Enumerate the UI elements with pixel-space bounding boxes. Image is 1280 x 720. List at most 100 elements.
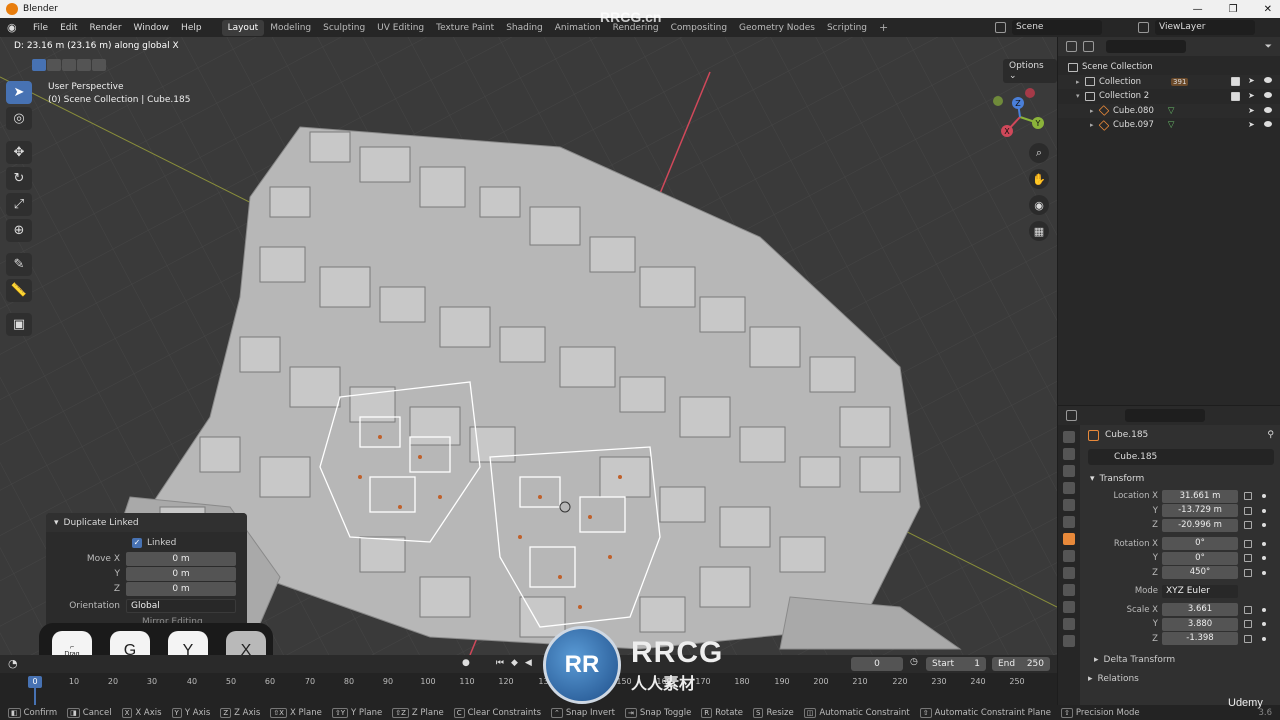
move-tool-icon[interactable]: ✥ [6, 141, 32, 164]
output-tab-icon[interactable] [1063, 465, 1075, 477]
playhead-marker[interactable]: 0 [28, 676, 42, 688]
tab-layout[interactable]: Layout [221, 19, 265, 36]
zoom-icon[interactable]: ⌕ [1029, 143, 1049, 163]
keyframe-dot-icon[interactable] [1262, 607, 1266, 612]
scene-tab-icon[interactable] [1063, 499, 1075, 511]
tab-compositing[interactable]: Compositing [665, 20, 733, 36]
move-z-field[interactable]: 0 m [126, 582, 236, 596]
maximize-button[interactable]: ❐ [1229, 4, 1238, 15]
view-layer-field[interactable]: ViewLayer [1155, 20, 1255, 35]
start-frame-field[interactable]: Start 1 [926, 657, 986, 671]
tab-texture-paint[interactable]: Texture Paint [430, 20, 500, 36]
properties-search-input[interactable] [1125, 409, 1205, 422]
scene-selector[interactable]: Scene [995, 20, 1130, 35]
scale-y-field[interactable]: 3.880 [1162, 617, 1238, 631]
select-new-icon[interactable] [32, 59, 46, 71]
move-y-field[interactable]: 0 m [126, 567, 236, 581]
tab-modeling[interactable]: Modeling [264, 20, 317, 36]
select-extend-icon[interactable] [47, 59, 61, 71]
editor-type-icon[interactable] [1066, 410, 1077, 421]
move-x-field[interactable]: 0 m [126, 552, 236, 566]
expand-arrow-icon[interactable]: ▸ [1090, 107, 1099, 115]
location-y-field[interactable]: -13.729 m [1162, 504, 1238, 518]
lock-icon[interactable] [1244, 568, 1252, 577]
select-mode-buttons[interactable] [32, 59, 106, 71]
select-intersect-icon[interactable] [92, 59, 106, 71]
measure-tool-icon[interactable]: 📏 [6, 279, 32, 302]
keyframe-dot-icon[interactable] [1262, 523, 1266, 528]
options-dropdown[interactable]: Options ⌄ [1003, 59, 1057, 83]
tab-shading[interactable]: Shading [500, 20, 549, 36]
rotation-y-field[interactable]: 0° [1162, 551, 1238, 565]
select-subtract-icon[interactable] [62, 59, 76, 71]
pan-hand-icon[interactable]: ✋ [1029, 169, 1049, 189]
transform-panel-header[interactable]: ▾ Transform [1082, 469, 1280, 489]
navigation-gizmo[interactable]: Y X Z [990, 85, 1050, 145]
select-pointer-icon[interactable]: ➤ [1248, 106, 1256, 115]
lock-icon[interactable] [1244, 506, 1252, 515]
select-tool-icon[interactable]: ➤ [6, 81, 32, 104]
redo-panel-header[interactable]: ▾ Duplicate Linked [46, 513, 247, 532]
transform-tool-icon[interactable]: ⊕ [6, 219, 32, 242]
keyframe-dot-icon[interactable] [1262, 556, 1266, 561]
play-reverse-icon[interactable]: ◀ [525, 658, 532, 668]
current-frame-field[interactable]: 0 [851, 657, 903, 671]
cursor-tool-icon[interactable]: ◎ [6, 107, 32, 130]
3d-viewport[interactable]: D: 23.16 m (23.16 m) along global X Opti… [0, 37, 1057, 655]
outliner-item-cube-097[interactable]: ▸ Cube.097 ▽ ➤ [1058, 118, 1280, 133]
view-layer-selector[interactable]: ViewLayer [1138, 20, 1276, 35]
view-layer-tab-icon[interactable] [1063, 482, 1075, 494]
lock-icon[interactable] [1244, 605, 1252, 614]
collapse-arrow-icon[interactable]: ▾ [1076, 92, 1085, 100]
timeline-editor-icon[interactable]: ◔ [8, 657, 18, 670]
scale-z-field[interactable]: -1.398 [1162, 632, 1238, 646]
minimize-button[interactable]: — [1193, 4, 1203, 15]
add-workspace-button[interactable]: + [873, 21, 894, 34]
render-tab-icon[interactable] [1063, 448, 1075, 460]
location-z-field[interactable]: -20.996 m [1162, 518, 1238, 532]
lock-icon[interactable] [1244, 634, 1252, 643]
physics-tab-icon[interactable] [1063, 584, 1075, 596]
menu-file[interactable]: File [27, 23, 54, 33]
select-pointer-icon[interactable]: ➤ [1248, 91, 1256, 100]
particles-tab-icon[interactable] [1063, 567, 1075, 579]
lock-icon[interactable] [1244, 521, 1252, 530]
add-cube-tool-icon[interactable]: ▣ [6, 313, 32, 336]
linked-checkbox[interactable]: ✓ [132, 538, 142, 548]
rotation-mode-dropdown[interactable]: XYZ Euler [1162, 584, 1238, 598]
tab-sculpting[interactable]: Sculpting [317, 20, 371, 36]
timeline-ruler[interactable]: 0 10 20 30 40 50 60 70 80 90 100 110 120… [0, 673, 1057, 705]
keyframe-dot-icon[interactable] [1262, 622, 1266, 627]
keyframe-dot-icon[interactable] [1262, 636, 1266, 641]
orientation-dropdown[interactable]: Global [126, 599, 236, 613]
select-pointer-icon[interactable]: ➤ [1248, 77, 1256, 85]
outliner-item-collection-2[interactable]: ▾ Collection 2 ➤ [1058, 89, 1280, 104]
display-mode-icon[interactable] [1083, 41, 1094, 52]
select-invert-icon[interactable] [77, 59, 91, 71]
menu-edit[interactable]: Edit [54, 23, 83, 33]
tab-uv-editing[interactable]: UV Editing [371, 20, 430, 36]
lock-icon[interactable] [1244, 539, 1252, 548]
rotation-x-field[interactable]: 0° [1162, 537, 1238, 551]
outliner-item-scene-collection[interactable]: Scene Collection [1058, 60, 1280, 75]
lock-icon[interactable] [1244, 554, 1252, 563]
tab-animation[interactable]: Animation [549, 20, 607, 36]
filter-icon[interactable]: ⏷ [1265, 42, 1272, 52]
clock-icon[interactable]: ◷ [910, 657, 918, 667]
expand-arrow-icon[interactable]: ▸ [1076, 78, 1085, 86]
outliner-item-cube-080[interactable]: ▸ Cube.080 ▽ ➤ [1058, 103, 1280, 118]
menu-help[interactable]: Help [175, 23, 208, 33]
object-tab-icon[interactable] [1063, 533, 1075, 545]
object-name-field[interactable]: Cube.185 [1088, 449, 1274, 465]
delta-transform-subpanel[interactable]: ▸ Delta Transform [1082, 650, 1280, 669]
data-tab-icon[interactable] [1063, 618, 1075, 630]
visibility-eye-icon[interactable] [1264, 91, 1272, 98]
keyframe-dot-icon[interactable] [1262, 508, 1266, 513]
modifier-tab-icon[interactable] [1063, 550, 1075, 562]
record-icon[interactable]: ● [462, 658, 470, 668]
tool-tab-icon[interactable] [1063, 431, 1075, 443]
visibility-eye-icon[interactable] [1264, 106, 1272, 113]
scale-x-field[interactable]: 3.661 [1162, 603, 1238, 617]
scene-name-field[interactable]: Scene [1012, 20, 1102, 35]
menu-window[interactable]: Window [128, 23, 176, 33]
